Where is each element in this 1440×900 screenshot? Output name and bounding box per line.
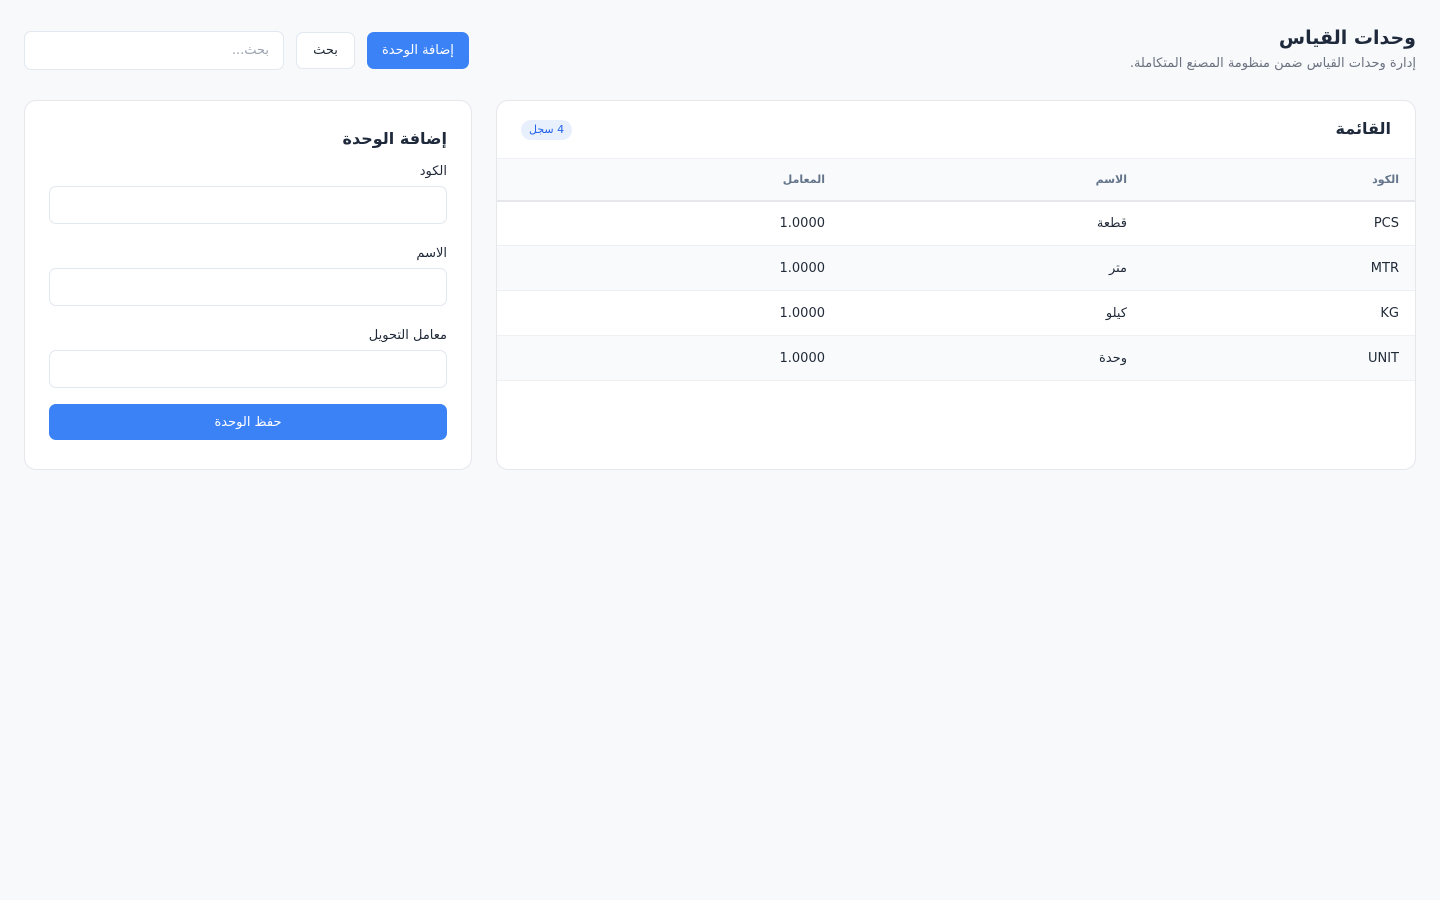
table-header-row: الكود الاسم المعامل [497,158,1415,201]
search-button[interactable]: بحث [296,32,355,69]
page-header: وحدات القياس إدارة وحدات القياس ضمن منظو… [24,24,1416,80]
search-input[interactable] [24,31,284,70]
add-unit-form-card: إضافة الوحدة الكود الاسم معامل التحويل ح… [24,100,472,470]
table-row[interactable]: KG كيلو 1.0000 [497,291,1415,336]
cell-name: قطعة [1096,215,1127,231]
cell-code: MTR [1370,260,1399,276]
list-header: القائمة 4 سجل [497,101,1415,158]
cell-name: وحدة [1099,350,1127,366]
cell-code: UNIT [1367,350,1399,366]
count-badge: 4 سجل [521,120,573,140]
cell-factor: 1.0000 [779,350,826,366]
code-label: الكود [419,164,447,179]
form-title: إضافة الوحدة [342,129,447,148]
add-unit-button[interactable]: إضافة الوحدة [367,32,469,69]
page-title: وحدات القياس [1278,27,1416,49]
cell-factor: 1.0000 [779,260,826,276]
cell-factor: 1.0000 [779,215,826,231]
factor-label: معامل التحويل [368,328,447,343]
table-row[interactable]: MTR متر 1.0000 [497,245,1415,291]
title-block: وحدات القياس إدارة وحدات القياس ضمن منظو… [1130,26,1416,73]
name-label: الاسم [416,246,447,261]
units-table: الكود الاسم المعامل PCS قطعة 1.0000 MTR … [497,158,1415,381]
column-header-name: الاسم [1095,172,1127,186]
cell-code: PCS [1373,215,1399,231]
factor-field[interactable] [49,350,447,388]
column-header-factor: المعامل [782,172,825,186]
table-row[interactable]: UNIT وحدة 1.0000 [497,335,1415,381]
page-subtitle: إدارة وحدات القياس ضمن منظومة المصنع الم… [1129,56,1416,71]
cell-code: KG [1380,305,1399,321]
list-title: القائمة [1335,119,1391,138]
save-unit-button[interactable]: حفظ الوحدة [49,404,447,440]
header-actions: بحث إضافة الوحدة [24,31,469,70]
column-header-code: الكود [1372,172,1399,186]
cell-name: كيلو [1105,305,1127,321]
units-list-card: القائمة 4 سجل الكود الاسم المعامل PCS قط… [496,100,1416,470]
code-field[interactable] [49,186,447,224]
name-field[interactable] [49,268,447,306]
table-row[interactable]: PCS قطعة 1.0000 [497,201,1415,246]
cell-name: متر [1108,260,1127,276]
cell-factor: 1.0000 [779,305,826,321]
